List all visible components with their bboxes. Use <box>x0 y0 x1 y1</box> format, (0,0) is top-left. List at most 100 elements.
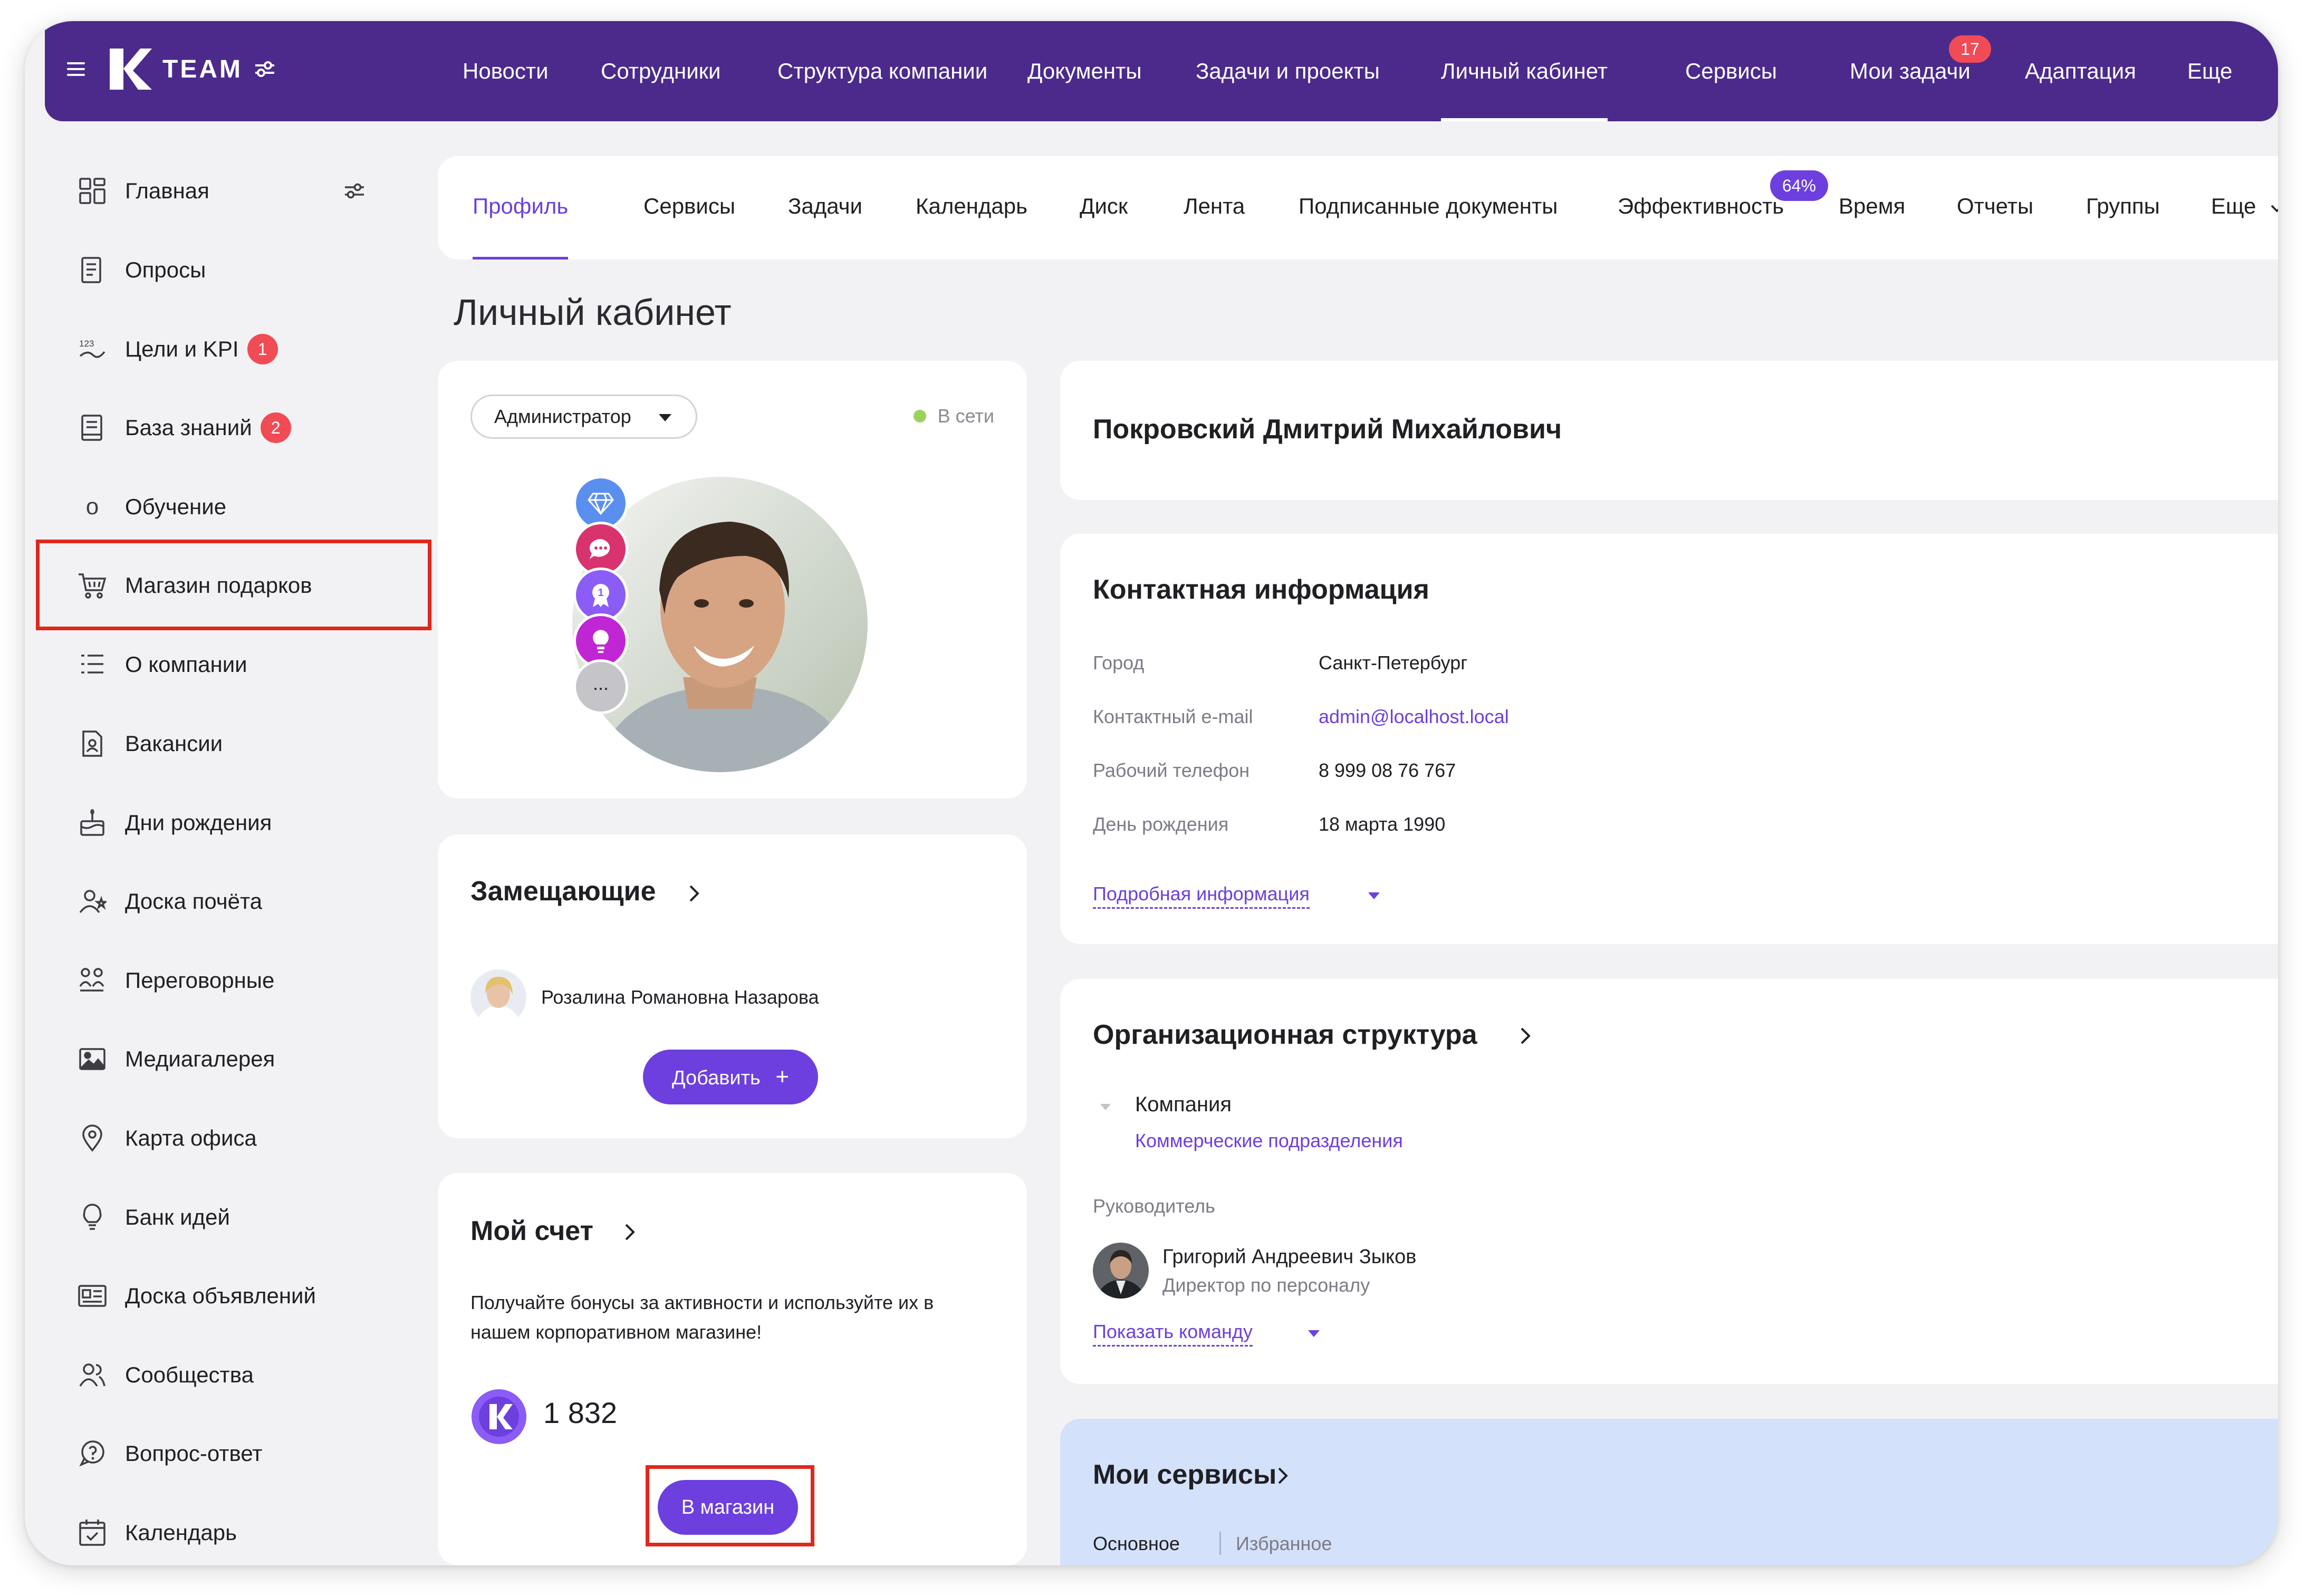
profile-tabs: Профиль Сервисы Задачи Календарь Диск Ле… <box>438 156 2278 259</box>
sidebar-item-honor-board[interactable]: Доска почёта <box>78 880 262 922</box>
org-company[interactable]: Компания <box>1135 1093 1232 1117</box>
sidebar-item-label: Цели и KPI <box>125 336 239 361</box>
announcement-board-icon <box>78 1281 107 1311</box>
company-list-icon <box>78 650 107 679</box>
sidebar-item-label: База знаний <box>125 415 252 440</box>
sidebar-item-label: Доска почёта <box>125 889 263 914</box>
caret-down-icon[interactable] <box>1308 1330 1320 1337</box>
deputies-title[interactable]: Замещающие <box>470 876 656 907</box>
settings-sliders-icon[interactable] <box>344 181 365 200</box>
sidebar-item-announcement-board[interactable]: Доска объявлений <box>78 1275 316 1317</box>
tab-groups[interactable]: Группы <box>2086 156 2160 259</box>
learning-icon: o <box>85 494 99 520</box>
sidebar-item-label: Сообщества <box>125 1362 254 1387</box>
menu-icon[interactable] <box>67 62 85 78</box>
meeting-rooms-icon <box>78 966 107 995</box>
sidebar-item-idea-bank[interactable]: Банк идей <box>78 1196 230 1238</box>
online-status: В сети <box>913 405 994 427</box>
chevron-right-icon[interactable] <box>1519 1026 1532 1045</box>
sidebar-item-learning[interactable]: o Обучение <box>78 486 226 528</box>
sidebar-item-knowledge-base[interactable]: База знаний 2 <box>78 407 291 449</box>
org-department-link[interactable]: Коммерческие подразделения <box>1135 1130 1403 1152</box>
gift-shop-highlight <box>36 540 431 630</box>
sidebar-item-calendar[interactable]: Календарь <box>78 1512 237 1554</box>
nav-tasks-projects[interactable]: Задачи и проекты <box>1196 21 1380 121</box>
sidebar-item-about-company[interactable]: О компании <box>78 643 247 686</box>
tab-services[interactable]: Сервисы <box>643 156 735 259</box>
caret-down-icon[interactable] <box>1368 892 1380 899</box>
plus-icon: + <box>775 1064 790 1090</box>
tab-profile[interactable]: Профиль <box>473 156 569 259</box>
nav-news[interactable]: Новости <box>463 21 549 121</box>
manager-name[interactable]: Григорий Андреевич Зыков <box>1162 1246 1416 1268</box>
tab-tasks[interactable]: Задачи <box>788 156 862 259</box>
sidebar-item-home[interactable]: Главная <box>78 170 364 212</box>
chevron-right-icon[interactable] <box>623 1223 636 1242</box>
k-logo-icon <box>110 49 152 90</box>
nav-company-structure[interactable]: Структура компании <box>777 21 987 121</box>
tab-feed[interactable]: Лента <box>1184 156 1245 259</box>
sidebar-item-faq[interactable]: Вопрос-ответ <box>78 1432 263 1475</box>
account-card: Мой счет Получайте бонусы за активности … <box>438 1173 1027 1565</box>
deputies-card: Замещающие Розалина Романовна Назарова Д… <box>438 834 1027 1138</box>
sidebar-item-meeting-rooms[interactable]: Переговорные <box>78 959 274 1002</box>
name-card: Покровский Дмитрий Михайлович <box>1060 361 2278 500</box>
account-title[interactable]: Мой счет <box>470 1215 593 1247</box>
nav-personal-account[interactable]: Личный кабинет <box>1441 21 1608 121</box>
sidebar-item-label: Дни рождения <box>125 810 272 835</box>
settings-sliders-icon[interactable] <box>254 60 275 79</box>
sidebar-item-label: О компании <box>125 652 247 677</box>
sidebar-item-communities[interactable]: Сообщества <box>78 1354 254 1396</box>
communities-icon <box>78 1360 107 1390</box>
app-window: TEAM Новости Сотрудники Структура компан… <box>25 21 2278 1565</box>
tab-signed-documents[interactable]: Подписанные документы <box>1299 156 1558 259</box>
email-link[interactable]: admin@localhost.local <box>1319 706 1509 728</box>
phone-value: 8 999 08 76 767 <box>1319 759 1456 781</box>
sidebar-item-vacancies[interactable]: Вакансии <box>78 723 223 765</box>
nav-my-tasks[interactable]: Мои задачи <box>1850 21 1970 121</box>
tab-reports[interactable]: Отчеты <box>1957 156 2033 259</box>
logo[interactable]: TEAM <box>105 45 275 93</box>
kpi-badge: 1 <box>247 334 278 364</box>
tab-disk[interactable]: Диск <box>1080 156 1128 259</box>
manager-position: Директор по персоналу <box>1162 1274 1370 1296</box>
knowledge-base-badge: 2 <box>260 412 291 443</box>
deputy-avatar[interactable] <box>470 969 526 1025</box>
nav-services[interactable]: Сервисы <box>1685 21 1777 121</box>
deputy-name[interactable]: Розалина Романовна Назарова <box>541 986 819 1008</box>
sidebar-item-label: Вопрос-ответ <box>125 1441 263 1466</box>
more-achievements-button[interactable]: ... <box>573 659 628 714</box>
faq-icon <box>78 1439 107 1468</box>
sidebar-item-label: Доска объявлений <box>125 1283 316 1308</box>
my-services-card: Мои сервисы Основное Избранное <box>1060 1419 2278 1565</box>
org-structure-title[interactable]: Организационная структура <box>1093 1019 1477 1051</box>
services-tab-main[interactable]: Основное <box>1093 1533 1180 1555</box>
nav-adaptation[interactable]: Адаптация <box>2025 21 2136 121</box>
sidebar-item-surveys[interactable]: Опросы <box>78 249 206 291</box>
chevron-right-icon[interactable] <box>688 884 700 903</box>
nav-more[interactable]: Еще <box>2187 21 2232 121</box>
tab-time[interactable]: Время <box>1839 156 1905 259</box>
sidebar-item-label: Вакансии <box>125 731 223 756</box>
nav-employees[interactable]: Сотрудники <box>601 21 721 121</box>
role-select[interactable]: Администратор <box>470 395 697 439</box>
my-services-title[interactable]: Мои сервисы <box>1093 1459 1276 1491</box>
sidebar-item-label: Опросы <box>125 257 206 282</box>
sidebar-item-birthdays[interactable]: Дни рождения <box>78 802 272 844</box>
tab-efficiency[interactable]: Эффективность <box>1618 156 1784 259</box>
sidebar-item-goals-kpi[interactable]: 123 Цели и KPI 1 <box>78 328 278 370</box>
collapse-caret-icon[interactable] <box>1100 1104 1111 1110</box>
chevron-right-icon[interactable] <box>1276 1466 1289 1485</box>
sidebar-item-media-gallery[interactable]: Медиагалерея <box>78 1038 275 1080</box>
nav-documents[interactable]: Документы <box>1027 21 1142 121</box>
tab-calendar[interactable]: Календарь <box>916 156 1027 259</box>
sidebar-item-office-map[interactable]: Карта офиса <box>78 1117 257 1159</box>
more-info-link[interactable]: Подробная информация <box>1093 883 1310 909</box>
show-team-link[interactable]: Показать команду <box>1093 1321 1253 1347</box>
phone-label: Рабочий телефон <box>1093 759 1250 781</box>
top-navigation-bar: TEAM Новости Сотрудники Структура компан… <box>45 21 2278 121</box>
tab-more[interactable]: Еще <box>2211 156 2278 259</box>
services-tab-favorites[interactable]: Избранное <box>1236 1533 1332 1555</box>
add-deputy-button[interactable]: Добавить + <box>643 1050 818 1104</box>
manager-avatar[interactable] <box>1093 1243 1149 1299</box>
